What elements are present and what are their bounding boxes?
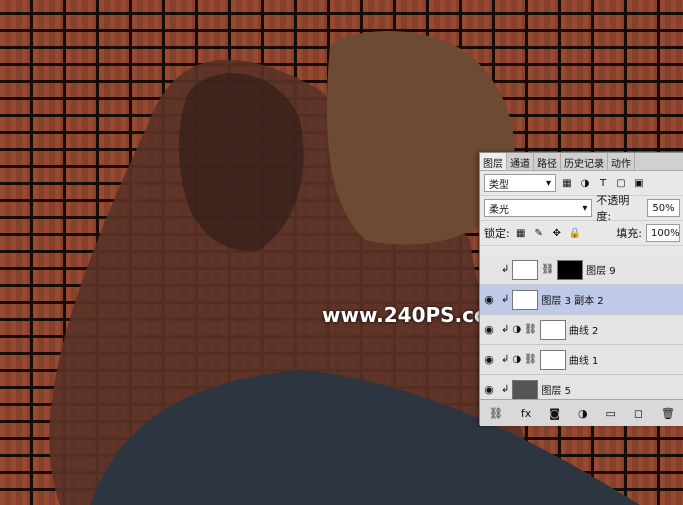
blend-mode-value: 柔光	[489, 204, 509, 216]
lock-label: 锁定:	[484, 227, 510, 240]
chain-icon: ⛓	[541, 264, 555, 275]
blend-mode-select[interactable]: 柔光 ▾	[484, 199, 593, 217]
chain-icon: ⛓	[524, 324, 537, 335]
fill-value: 100%	[651, 227, 680, 239]
eye-icon[interactable]: ◉	[480, 293, 498, 306]
opacity-field[interactable]: 50%	[647, 199, 680, 217]
adjust-icon: ◑	[512, 324, 522, 335]
layer-mask-thumbnail	[539, 349, 566, 370]
image-filter-icon[interactable]: ▦	[560, 176, 574, 190]
layers-list: ↲ ⛓ 图层 9 ◉ ↲ 图层 3 副本 2 ◉ ↲ ◑ ⛓ 曲线 2 ◉ ↲ …	[480, 255, 683, 405]
chevron-down-icon: ▾	[582, 202, 588, 214]
lock-paint-icon[interactable]: ✎	[532, 226, 546, 240]
tab-paths[interactable]: 路径	[534, 153, 561, 170]
eye-icon[interactable]: ◉	[480, 323, 498, 336]
trash-icon[interactable]: 🗑	[661, 407, 675, 420]
adjust-icon[interactable]: ◑	[578, 407, 588, 420]
layer-thumbnail	[512, 289, 539, 310]
layer-row[interactable]: ◉ ↲ ◑ ⛓ 曲线 1	[480, 345, 683, 375]
tab-actions[interactable]: 动作	[608, 153, 635, 170]
link-icon[interactable]: ⛓	[489, 407, 503, 420]
lock-move-icon[interactable]: ✥	[550, 226, 564, 240]
fx-icon[interactable]: fx	[521, 407, 531, 420]
tab-history[interactable]: 历史记录	[561, 153, 608, 170]
opacity-label: 不透明度:	[596, 194, 630, 223]
layer-name: 图层 3 副本 2	[541, 296, 604, 307]
layer-name: 图层 5	[541, 386, 571, 397]
opacity-value: 50%	[652, 202, 675, 214]
shape-filter-icon[interactable]: ▢	[614, 176, 628, 190]
layer-row[interactable]: ◉ ↲ ◑ ⛓ 曲线 2	[480, 315, 683, 345]
clip-icon: ↲	[501, 264, 510, 275]
eye-icon[interactable]: ◉	[480, 353, 498, 366]
lock-transparent-icon[interactable]: ▦	[514, 226, 528, 240]
mask-icon[interactable]: ◙	[549, 407, 560, 420]
layer-name: 图层 9	[586, 266, 616, 277]
layer-name: 曲线 2	[568, 326, 599, 337]
blend-row: 柔光 ▾ 不透明度: 50%	[480, 194, 683, 223]
kind-select[interactable]: 类型 ▾	[484, 174, 556, 192]
kind-label: 类型	[489, 179, 509, 191]
folder-icon[interactable]: ▭	[606, 407, 616, 420]
smart-filter-icon[interactable]: ▣	[632, 176, 646, 190]
layer-thumbnail	[512, 259, 539, 280]
eye-icon[interactable]: ◉	[480, 383, 498, 396]
chevron-down-icon: ▾	[545, 177, 551, 189]
clip-icon: ↲	[501, 294, 510, 305]
layer-mask-thumbnail	[557, 259, 584, 280]
clip-icon: ↲	[501, 324, 510, 335]
layer-mask-thumbnail	[539, 319, 566, 340]
tab-layers[interactable]: 图层	[480, 153, 507, 170]
text-filter-icon[interactable]: T	[596, 176, 610, 190]
layers-panel[interactable]: 图层 通道 路径 历史记录 动作 类型 ▾ ▦ ◑ T ▢ ▣ 柔光 ▾ 不透明…	[479, 152, 683, 426]
chain-icon: ⛓	[524, 354, 537, 365]
lock-row: 锁定: ▦ ✎ ✥ 🔒 填充: 100%	[480, 221, 683, 246]
adjust-icon: ◑	[512, 354, 522, 365]
layers-footer: ⛓ fx ◙ ◑ ▭ ◻ 🗑	[480, 399, 683, 426]
fill-label: 填充:	[616, 227, 642, 240]
clip-icon: ↲	[501, 384, 510, 395]
layer-name: 曲线 1	[568, 356, 599, 367]
filter-row: 类型 ▾ ▦ ◑ T ▢ ▣	[480, 171, 683, 196]
panel-tabs: 图层 通道 路径 历史记录 动作	[480, 153, 683, 171]
lock-all-icon[interactable]: 🔒	[568, 226, 582, 240]
layer-thumbnail	[512, 379, 539, 400]
layer-row[interactable]: ◉ ↲ 图层 3 副本 2	[480, 285, 683, 315]
layer-row[interactable]: ↲ ⛓ 图层 9	[480, 255, 683, 285]
adjust-filter-icon[interactable]: ◑	[578, 176, 592, 190]
tab-channels[interactable]: 通道	[507, 153, 534, 170]
clip-icon: ↲	[501, 354, 510, 365]
fill-field[interactable]: 100%	[646, 224, 680, 242]
new-layer-icon[interactable]: ◻	[634, 407, 643, 420]
